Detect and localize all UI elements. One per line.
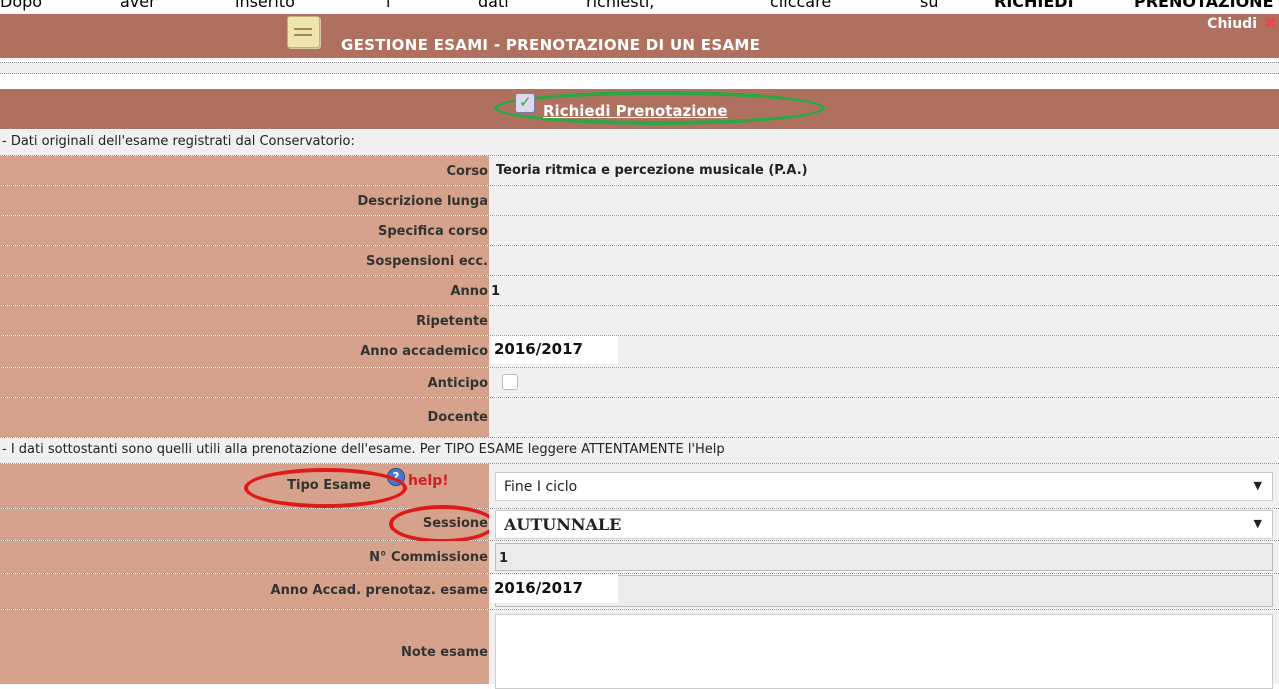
request-booking-button[interactable]: Richiedi Prenotazione [543,102,728,120]
row-sessione: Sessione AUTUNNALE ▼ [0,505,1279,543]
field-label: Anno [0,276,489,305]
field-value: 1 [489,541,1279,573]
highlight-oval-red [389,505,496,543]
field-value [489,186,1279,215]
instruction-text: Dopo aver inserito i dati richiesti, cli… [0,0,1279,14]
field-value: 2016/2017 [489,574,1279,609]
row-sospensioni: Sospensioni ecc. [0,246,1279,276]
close-icon[interactable]: ✖ [1263,15,1279,33]
field-value [489,216,1279,245]
instruction-word: cliccare [770,0,832,11]
anticipo-checkbox[interactable] [502,374,518,390]
field-label: Anno accademico [0,336,489,367]
field-value [489,610,1279,689]
field-label: Sessione [0,505,496,543]
row-anno-accademico: Anno accademico 2016/2017 [0,336,1279,368]
field-label: Ripetente [0,306,489,335]
chevron-down-icon: ▼ [1253,479,1262,492]
row-anno-accad-prenotaz: Anno Accad. prenotaz. esame 2016/2017 [0,574,1279,610]
row-specifica-corso: Specifica corso [0,216,1279,246]
field-label: Tipo Esame ? help! [0,464,489,508]
instruction-word: aver [120,0,156,11]
row-commissione: N° Commissione 1 [0,541,1279,574]
instruction-word: richiesti, [586,0,655,11]
tipo-esame-select[interactable]: Fine I ciclo ▼ [495,472,1273,501]
row-anno: Anno 1 [0,276,1279,306]
field-label: Sospensioni ecc. [0,246,489,275]
separator [0,62,1279,74]
row-docente: Docente [0,398,1279,438]
field-label: Anticipo [0,368,489,397]
notepad-icon [287,16,320,48]
page-title: GESTIONE ESAMI - PRENOTAZIONE DI UN ESAM… [341,36,761,54]
field-value: Teoria ritmica e percezione musicale (P.… [489,156,1279,185]
note-esame-textarea[interactable] [495,614,1273,689]
instruction-word: i [386,0,391,11]
row-ripetente: Ripetente [0,306,1279,336]
field-label: Specifica corso [0,216,489,245]
instruction-word: RICHIEDI [994,0,1074,11]
field-value: AUTUNNALE ▼ [489,509,1279,540]
row-corso: Corso Teoria ritmica e percezione musica… [0,156,1279,186]
chevron-down-icon: ▼ [1253,517,1262,530]
anno-accad-prenotaz-value: 2016/2017 [491,575,618,603]
section-original-data: - Dati originali dell'esame registrati d… [0,130,1279,156]
action-bar: Richiedi Prenotazione [0,89,1279,129]
field-value [489,398,1279,437]
commissione-field: 1 [495,543,1273,571]
section-booking-data: - I dati sottostanti sono quelli utili a… [0,438,1279,464]
instruction-word: dati [478,0,509,11]
field-label: Docente [0,398,489,437]
field-value: 2016/2017 [489,336,1279,367]
field-label: Descrizione lunga [0,186,489,215]
highlight-oval-red [244,468,407,508]
field-value [489,306,1279,335]
close-button[interactable]: Chiudi [1207,16,1257,32]
field-value [489,368,1279,397]
title-bar: GESTIONE ESAMI - PRENOTAZIONE DI UN ESAM… [0,14,1279,59]
instruction-word: su [920,0,939,11]
field-label: Corso [0,156,489,185]
row-tipo-esame: Tipo Esame ? help! Fine I ciclo ▼ [0,464,1279,509]
instruction-word: Dopo [0,0,43,11]
row-note-esame: Note esame [0,610,1279,689]
field-value: 1 [489,276,1279,305]
help-link[interactable]: help! [408,473,449,489]
field-label: Note esame [0,610,489,684]
instruction-word: PRENOTAZIONE [1134,0,1274,11]
anno-accademico-value: 2016/2017 [491,336,618,364]
instruction-word: inserito [235,0,295,11]
field-label: Anno Accad. prenotaz. esame [0,574,489,609]
field-value: Fine I ciclo ▼ [489,464,1279,508]
field-value [489,246,1279,275]
checklist-icon[interactable] [515,93,535,113]
field-label: N° Commissione [0,541,489,573]
row-descrizione-lunga: Descrizione lunga [0,186,1279,216]
sessione-select[interactable]: AUTUNNALE ▼ [495,510,1273,539]
row-anticipo: Anticipo [0,368,1279,398]
